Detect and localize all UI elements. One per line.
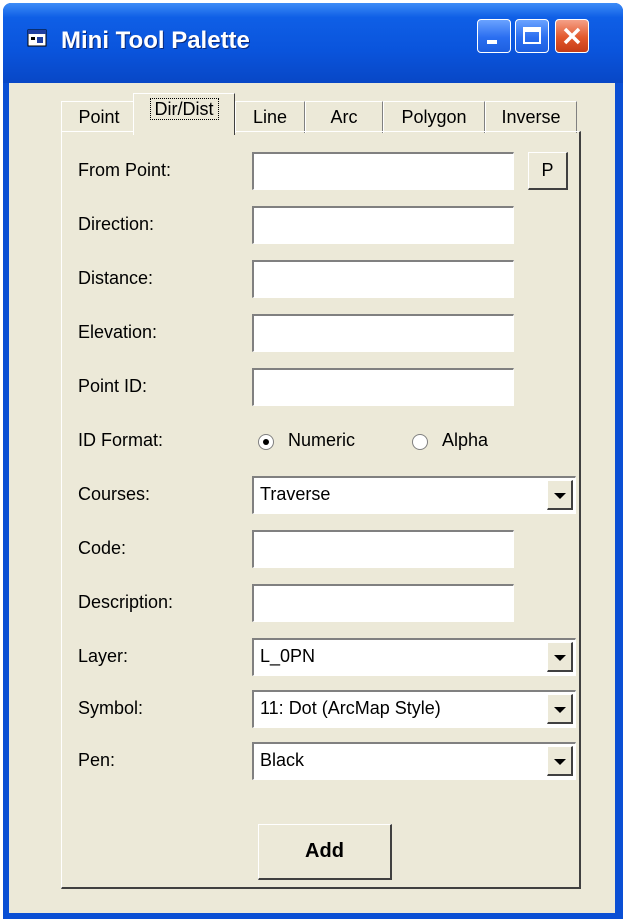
tab-label: Inverse: [501, 107, 561, 127]
point-id-label: Point ID:: [78, 376, 148, 396]
pen-label: Pen:: [78, 750, 116, 770]
direction-label: Direction:: [78, 214, 155, 234]
tab-line[interactable]: Line: [235, 101, 305, 133]
tab-label: Point: [78, 107, 120, 127]
tab-dir-dist[interactable]: Dir/Dist: [133, 93, 235, 135]
layer-label: Layer:: [78, 646, 129, 666]
tab-point[interactable]: Point: [61, 101, 137, 133]
maximize-button[interactable]: [515, 19, 549, 53]
from-point-input[interactable]: [252, 152, 514, 190]
layer-select[interactable]: L_0PN: [252, 638, 576, 676]
courses-label: Courses:: [78, 484, 151, 504]
minimize-button[interactable]: [477, 19, 511, 53]
tab-label: Dir/Dist: [149, 98, 219, 120]
chevron-down-icon[interactable]: [547, 480, 573, 510]
point-id-input[interactable]: [252, 368, 514, 406]
close-icon: [563, 27, 581, 45]
pen-value: Black: [260, 750, 305, 770]
app-icon: [27, 29, 47, 47]
add-button[interactable]: Add: [258, 824, 392, 880]
direction-input[interactable]: [252, 206, 514, 244]
chevron-down-icon[interactable]: [547, 642, 573, 672]
alpha-radio[interactable]: [412, 434, 428, 450]
alpha-radio-label[interactable]: Alpha: [442, 430, 488, 451]
id-format-label: ID Format:: [78, 430, 164, 450]
tab-label: Arc: [330, 107, 358, 127]
from-point-label: From Point:: [78, 160, 172, 180]
description-input[interactable]: [252, 584, 514, 622]
code-input[interactable]: [252, 530, 514, 568]
client-area: Point Dir/Dist Line Arc Polygon Inverse …: [9, 83, 615, 913]
elevation-input[interactable]: [252, 314, 514, 352]
app-window: Mini Tool Palette Point Dir/Dist Line Ar…: [3, 3, 623, 919]
tab-polygon[interactable]: Polygon: [383, 101, 485, 133]
numeric-radio-label[interactable]: Numeric: [288, 430, 355, 451]
tab-label: Polygon: [401, 107, 467, 127]
pick-point-button[interactable]: P: [528, 152, 568, 190]
courses-value: Traverse: [260, 484, 331, 504]
distance-input[interactable]: [252, 260, 514, 298]
layer-value: L_0PN: [260, 646, 316, 666]
symbol-value: 11: Dot (ArcMap Style): [260, 698, 441, 718]
tab-label: Line: [252, 107, 288, 127]
code-label: Code:: [78, 538, 127, 558]
symbol-label: Symbol:: [78, 698, 144, 718]
description-label: Description:: [78, 592, 174, 612]
tab-inverse[interactable]: Inverse: [485, 101, 577, 133]
maximize-icon: [523, 27, 541, 44]
title-bar[interactable]: Mini Tool Palette: [3, 3, 623, 83]
elevation-label: Elevation:: [78, 322, 158, 342]
chevron-down-icon[interactable]: [547, 746, 573, 776]
distance-label: Distance:: [78, 268, 154, 288]
minimize-icon: [487, 40, 497, 44]
chevron-down-icon[interactable]: [547, 694, 573, 724]
window-title: Mini Tool Palette: [61, 27, 250, 54]
tab-arc[interactable]: Arc: [305, 101, 383, 133]
courses-select[interactable]: Traverse: [252, 476, 576, 514]
tab-panel: From Point: P Direction: Distance: Eleva…: [61, 131, 581, 889]
close-button[interactable]: [555, 19, 589, 53]
numeric-radio[interactable]: [258, 434, 274, 450]
pen-select[interactable]: Black: [252, 742, 576, 780]
symbol-select[interactable]: 11: Dot (ArcMap Style): [252, 690, 576, 728]
